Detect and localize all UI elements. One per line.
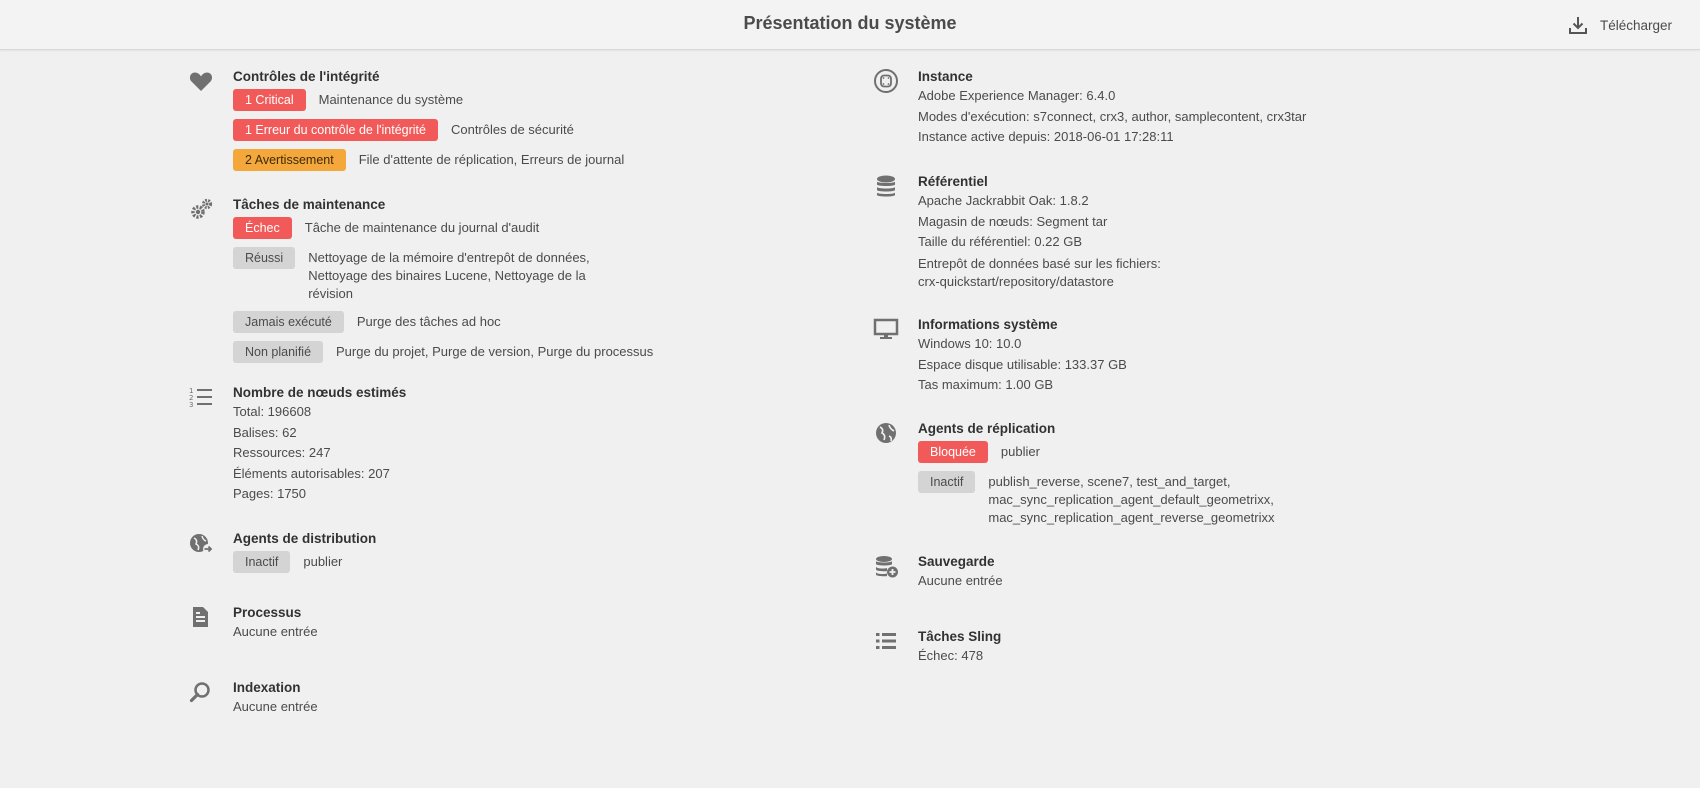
replication-row: Bloquée publier (918, 441, 1478, 463)
maintenance-tasks-title: Tâches de maintenance (233, 197, 386, 212)
gears-icon (188, 196, 214, 222)
distribution-agents-title: Agents de distribution (233, 531, 377, 546)
distribution-row: Inactif publier (233, 551, 793, 573)
replication-agents-title: Agents de réplication (918, 421, 1056, 436)
inactive-badge[interactable]: Inactif (918, 471, 976, 493)
maintenance-row: Jamais exécuté Purge des tâches ad hoc (233, 311, 793, 333)
instance-line: Modes d'exécution: s7connect, crx3, auth… (918, 108, 1307, 124)
maintenance-row: Réussi Nettoyage de la mémoire d'entrepô… (233, 247, 793, 303)
health-checks-title: Contrôles de l'intégrité (233, 69, 380, 84)
list-icon (873, 628, 899, 654)
monitor-icon (873, 316, 899, 342)
distribution-row-text: publier (303, 554, 343, 569)
download-icon (1569, 17, 1587, 34)
system-info-line: Tas maximum: 1.00 GB (918, 377, 1054, 392)
workflows-text: Aucune entrée (233, 624, 318, 639)
repository-line: Apache Jackrabbit Oak: 1.8.2 (918, 193, 1089, 208)
failed-badge[interactable]: Échec (233, 217, 292, 239)
health-row: 2 Avertissement File d'attente de réplic… (233, 149, 793, 171)
never-run-badge[interactable]: Jamais exécuté (233, 311, 344, 333)
maintenance-row-text: Nettoyage de la mémoire d'entrepôt de do… (308, 250, 590, 301)
backup-title: Sauvegarde (918, 554, 995, 569)
search-icon (188, 679, 214, 705)
replication-row-text: publish_reverse, scene7, test_and_target… (988, 474, 1275, 525)
instance-line: Instance active depuis: 2018-06-01 17:28… (918, 129, 1174, 144)
database-icon (873, 173, 899, 199)
node-count-line: Balises: 62 (233, 424, 297, 440)
critical-badge[interactable]: 1 Critical (233, 89, 306, 111)
maintenance-row-text: Purge du projet, Purge de version, Purge… (336, 344, 654, 359)
maintenance-row: Non planifié Purge du projet, Purge de v… (233, 341, 793, 363)
node-count-line: Ressources: 247 (233, 445, 331, 460)
instance-title: Instance (918, 69, 973, 84)
page-title: Présentation du système (743, 13, 957, 33)
maintenance-row-text: Purge des tâches ad hoc (356, 314, 501, 329)
replication-row: Inactif publish_reverse, scene7, test_an… (918, 471, 1478, 527)
inactive-badge[interactable]: Inactif (233, 551, 291, 573)
system-info-title: Informations système (918, 317, 1058, 332)
warning-badge[interactable]: 2 Avertissement (233, 149, 346, 171)
repository-line: Magasin de nœuds: Segment tar (918, 213, 1108, 229)
repository-line: Taille du référentiel: 0.22 GB (918, 234, 1083, 249)
maintenance-row: Échec Tâche de maintenance du journal d'… (233, 217, 793, 239)
backup-text: Aucune entrée (918, 573, 1003, 588)
indexing-title: Indexation (233, 680, 301, 695)
svg-text:3: 3 (189, 401, 193, 409)
blocked-badge[interactable]: Bloquée (918, 441, 988, 463)
globe-icon (873, 420, 899, 446)
globe-arrow-icon (188, 530, 214, 556)
heart-icon (188, 68, 214, 94)
health-row-text: File d'attente de réplication, Erreurs d… (358, 152, 625, 167)
maintenance-row-text: Tâche de maintenance du journal d'audit (304, 220, 540, 235)
server-icon (873, 68, 899, 94)
not-scheduled-badge[interactable]: Non planifié (233, 341, 324, 363)
download-button[interactable]: Télécharger (1568, 12, 1672, 38)
system-info-line: Windows 10: 10.0 (918, 336, 1022, 351)
system-info-line: Espace disque utilisable: 133.37 GB (918, 356, 1127, 372)
database-add-icon (873, 553, 899, 579)
top-bar: Présentation du système Télécharger (0, 0, 1700, 50)
node-count-line: Pages: 1750 (233, 486, 307, 501)
replication-row-text: publier (1000, 444, 1040, 459)
health-row: 1 Erreur du contrôle de l'intégrité Cont… (233, 119, 793, 141)
succeeded-badge[interactable]: Réussi (233, 247, 296, 269)
numbered-list-icon: 1 2 3 (188, 384, 214, 410)
node-count-line: Total: 196608 (233, 404, 312, 419)
repository-line: Entrepôt de données basé sur les fichier… (918, 255, 1161, 290)
workflows-title: Processus (233, 605, 302, 620)
health-row-text: Contrôles de sécurité (450, 122, 574, 137)
error-badge[interactable]: 1 Erreur du contrôle de l'intégrité (233, 119, 438, 141)
repository-title: Référentiel (918, 174, 988, 189)
node-count-line: Éléments autorisables: 207 (233, 465, 390, 481)
sling-jobs-title: Tâches Sling (918, 629, 1002, 644)
document-icon (188, 604, 214, 630)
instance-line: Adobe Experience Manager: 6.4.0 (918, 88, 1116, 103)
health-row: 1 Critical Maintenance du système (233, 89, 793, 111)
health-row-text: Maintenance du système (318, 92, 464, 107)
download-label: Télécharger (1600, 17, 1673, 33)
indexing-text: Aucune entrée (233, 699, 318, 714)
node-count-title: Nombre de nœuds estimés (233, 385, 407, 400)
sling-jobs-text: Échec: 478 (918, 648, 984, 663)
